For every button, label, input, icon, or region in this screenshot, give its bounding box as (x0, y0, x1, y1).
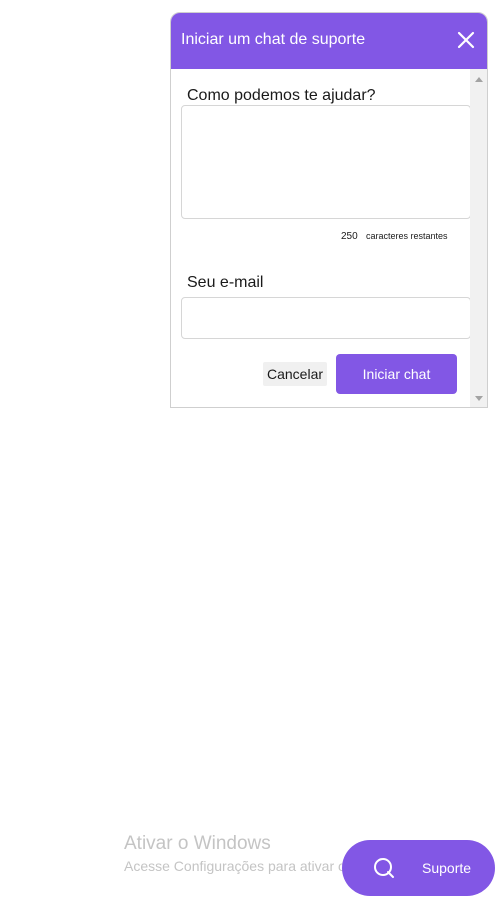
help-label: Como podemos te ajudar? (187, 87, 376, 104)
chat-title: Iniciar um chat de suporte (181, 31, 366, 48)
support-button[interactable]: Suporte (342, 840, 495, 896)
email-label: Seu e-mail (187, 274, 264, 291)
chat-bubble-icon (372, 856, 396, 880)
support-label: Suporte (422, 860, 472, 876)
scroll-up-arrow-icon[interactable] (475, 77, 483, 82)
scroll-down-arrow-icon[interactable] (475, 396, 483, 401)
email-field[interactable] (181, 297, 471, 339)
chat-header: Iniciar um chat de suporte (171, 13, 487, 69)
support-chat-panel: Iniciar um chat de suporte Como podemos … (170, 12, 488, 408)
start-chat-button[interactable]: Iniciar chat (336, 354, 457, 394)
cancel-button[interactable]: Cancelar (263, 362, 327, 386)
char-count-value: 250 (341, 231, 358, 242)
panel-scrollbar[interactable] (470, 69, 487, 407)
char-count-label: caracteres restantes (366, 231, 448, 241)
close-icon[interactable] (455, 29, 477, 51)
help-message-textarea[interactable] (181, 105, 471, 219)
